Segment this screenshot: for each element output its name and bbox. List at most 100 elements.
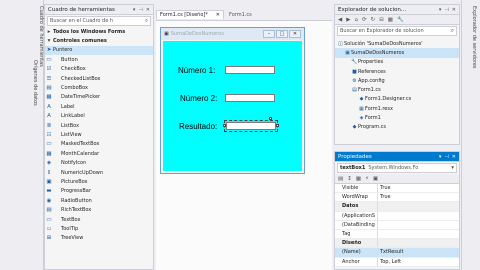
dropdown-icon[interactable]: ▾ [439,154,442,160]
properties-icon[interactable]: 🔧 [397,17,404,23]
property-value[interactable] [377,220,459,229]
search-icon[interactable]: ⌕ [451,28,454,35]
pin-icon[interactable]: ⊣ [138,7,142,13]
solution-tree-item[interactable]: ▦ Form1.resx [335,104,459,113]
toolbox-item[interactable]: ▦ MonthCalendar [45,149,153,158]
solution-tree-item[interactable]: ◈ Form1 [335,113,459,122]
home-icon[interactable]: ⌂ [354,17,358,23]
properties-object-selector[interactable]: textBox1 System.Windows.Fo ▾ [337,163,457,173]
toolbox-item[interactable]: A LinkLabel [45,112,153,121]
sync-icon[interactable]: ⟳ [362,17,367,23]
toolbox-item[interactable]: ▤ ComboBox [45,83,153,92]
pin-icon[interactable]: ⊣ [444,154,448,160]
toolbox-item[interactable]: ▭ TextBox [45,215,153,224]
property-value[interactable]: Top, Left [377,257,459,266]
toolbox-item[interactable]: ⇕ NumericUpDown [45,168,153,177]
toolbox-search-placeholder: Buscar en el Cuadro de h [50,18,114,24]
side-tab-datasources[interactable]: Orígenes de datos [32,60,38,106]
solution-tree-item[interactable]: ⚙ App.config [335,76,459,85]
property-row[interactable]: Tag [335,229,459,240]
alphabetical-icon[interactable]: ↕ [347,176,352,182]
property-value[interactable]: True [377,193,459,202]
close-icon[interactable]: ✕ [289,30,301,38]
search-icon[interactable]: ⌕ [145,18,148,25]
toolbox-item[interactable]: ▭ MaskedTextBox [45,140,153,149]
property-row[interactable]: Visible True [335,184,459,194]
property-name: Diseño [342,240,362,247]
property-row[interactable]: Datos [335,202,459,212]
solution-tree-item[interactable]: 🔧 Properties [335,58,459,67]
events-icon[interactable]: ⚡ [365,176,369,182]
toolbox-item[interactable]: ☰ CheckedListBox [45,74,153,83]
toolbox-item[interactable]: ▭ Button [45,55,153,64]
property-value[interactable]: True [377,184,459,193]
property-row[interactable]: Anchor Top, Left [335,257,459,267]
solution-search-input[interactable]: Buscar en Explorador de solucion ⌕ [337,26,457,36]
toolbox-item[interactable]: ▫ ToolTip [45,224,153,233]
textbox-numero1[interactable] [225,66,275,74]
form-window[interactable]: ▣ SumaDeDosNumeros – □ ✕ Número 1: Númer… [160,27,305,174]
resize-handle-right[interactable] [276,124,279,127]
toolbox-item[interactable]: A Label [45,102,153,111]
close-icon[interactable]: ✕ [216,12,220,18]
label-numero1[interactable]: Número 1: [178,66,215,75]
minimize-icon[interactable]: – [263,30,275,38]
toolbox-item[interactable]: ▣ PictureBox [45,177,153,186]
toolbox-item[interactable]: ◈ NotifyIcon [45,158,153,167]
solution-tree-item[interactable]: ■ References [335,67,459,76]
resize-handle-left[interactable] [223,124,226,127]
show-all-icon[interactable]: ▦ [388,17,393,23]
toolbox-item[interactable]: ▬ ProgressBar [45,187,153,196]
label-numero2[interactable]: Número 2: [180,94,217,103]
property-row[interactable]: (ApplicationS [335,211,459,221]
toolbox-item[interactable]: ☑ CheckBox [45,65,153,74]
maximize-icon[interactable]: □ [276,30,288,38]
smart-tag-icon[interactable] [269,117,272,120]
toolbox-item-icon: ▤ [46,207,52,214]
toolbox-search-input[interactable]: Buscar en el Cuadro de h ⌕ [47,16,151,26]
toolbox-item[interactable]: ⊞ TreeView [45,234,153,243]
property-row[interactable]: WordWrap True [335,193,459,203]
property-value[interactable] [377,211,459,220]
property-row[interactable]: (DataBinding [335,220,459,230]
property-value[interactable] [377,239,459,248]
dropdown-icon[interactable]: ▾ [133,7,136,13]
textbox-numero2[interactable] [225,94,275,102]
categorized-icon[interactable]: ▤ [338,176,343,182]
solution-tree-item[interactable]: ◆ Form1.Designer.cs [335,95,459,104]
refresh-icon[interactable]: ↻ [371,17,376,23]
properties-view-icon[interactable]: ▦ [356,176,361,182]
close-icon[interactable]: ✕ [146,7,150,13]
toolbox-item[interactable]: ◉ RadioButton [45,196,153,205]
close-icon[interactable]: ✕ [452,7,456,13]
collapse-icon[interactable]: ⊟ [379,17,384,23]
chevron-down-icon[interactable]: ▾ [451,165,454,171]
label-resultado[interactable]: Resultado: [179,122,217,131]
property-row[interactable]: Diseño [335,239,459,249]
property-row[interactable]: (Name) TxtResult [335,248,459,258]
dropdown-icon[interactable]: ▾ [439,7,442,13]
toolbox-item[interactable]: ☷ ListView [45,130,153,139]
forward-icon[interactable]: ▶ [346,17,350,23]
toolbox-item-icon: ▦ [46,150,52,157]
toolbox-item[interactable]: ≣ ListBox [45,121,153,130]
side-tab-server-explorer[interactable]: Explorador de servidores [471,6,477,69]
property-value[interactable]: TxtResult [377,248,459,257]
solution-tree-item[interactable]: ◫ Solución 'SumaDeDosNumeros' [335,39,459,48]
toolbox-item[interactable]: ▾ Controles comunes [45,36,153,45]
solution-tree-item[interactable]: ▣ SumaDeDosNumeros [335,48,459,58]
property-value[interactable] [377,202,459,211]
solution-tree-item[interactable]: ▤ Form1.cs [335,85,459,94]
toolbox-item[interactable]: ➤ Puntero [45,45,153,56]
tab-form1-code[interactable]: Form1.cs [226,10,266,19]
pin-icon[interactable]: ⊣ [444,7,448,13]
close-icon[interactable]: ✕ [452,154,456,160]
toolbox-item[interactable]: ▦ DateTimePicker [45,93,153,102]
toolbox-item[interactable]: ▸ Todos los Windows Forms [45,27,153,36]
tab-form1-design[interactable]: Form1.cs [Diseño]* ✕ [156,10,224,19]
toolbox-item[interactable]: ▤ RichTextBox [45,205,153,214]
back-icon[interactable]: ◀ [338,17,342,23]
property-value[interactable] [377,229,459,239]
property-pages-icon[interactable]: ▣ [373,176,378,182]
solution-tree-item[interactable]: ◆ Program.cs [335,123,459,132]
